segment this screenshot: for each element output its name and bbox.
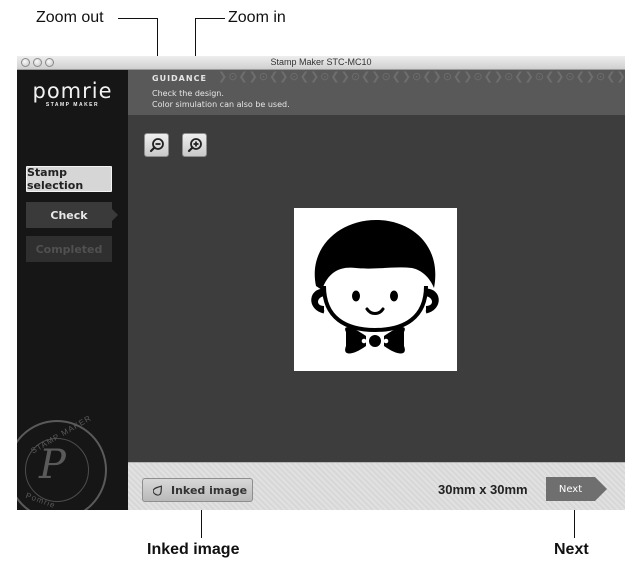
next-callout: Next [554, 541, 589, 558]
zoom-in-callout-line [195, 18, 225, 19]
step-check: Check [26, 202, 112, 228]
zoom-in-callout: Zoom in [228, 9, 286, 26]
next-button-arrow[interactable] [595, 477, 607, 501]
drop-icon [153, 484, 163, 496]
guidance-title: GUIDANCE [152, 74, 207, 83]
stamp-design-image [311, 220, 439, 354]
guidance-line: Color simulation can also be used. [152, 100, 290, 109]
zoom-in-icon [187, 138, 202, 153]
logo-wordmark: pomrie [32, 79, 113, 103]
guidance-line: Check the design. [152, 89, 224, 98]
inked-image-callout: Inked image [147, 541, 240, 558]
stamp-preview [294, 208, 457, 371]
window-title: Stamp Maker STC-MC10 [270, 57, 372, 67]
next-button[interactable]: Next [546, 477, 595, 501]
zoom-out-icon [149, 138, 164, 153]
guidance-bar: ❯⊙❮❯⊙❮❯⊙❮❯⊙❮❯⊙❮❯⊙❮❯⊙❮❯⊙❮❯⊙❮❯⊙❮❯⊙❮❯⊙❮❯⊙❮❯… [128, 70, 625, 115]
step-completed: Completed [26, 236, 112, 262]
zoom-out-button[interactable] [144, 133, 169, 157]
zoom-out-callout-line [118, 18, 158, 19]
step-stamp-selection[interactable]: Stamp selection [26, 166, 112, 192]
current-step-indicator [112, 209, 118, 221]
app-logo: pomrie STAMP MAKER [17, 80, 128, 108]
inked-image-label: Inked image [171, 483, 248, 497]
stamp-size-label: 30mm x 30mm [438, 482, 528, 497]
inked-image-button[interactable]: Inked image [142, 478, 253, 502]
pomrie-seal-logo: P STAMP MAKER Pomrie [17, 413, 107, 510]
zoom-out-callout: Zoom out [36, 9, 104, 26]
sidebar: pomrie STAMP MAKER P STAMP MAKER Pomrie [17, 70, 128, 510]
title-bar: Stamp Maker STC-MC10 [17, 56, 625, 70]
zoom-in-button[interactable] [182, 133, 207, 157]
decorative-pattern: ❯⊙❮❯⊙❮❯⊙❮❯⊙❮❯⊙❮❯⊙❮❯⊙❮❯⊙❮❯⊙❮❯⊙❮❯⊙❮❯⊙❮❯⊙❮❯… [218, 70, 625, 83]
